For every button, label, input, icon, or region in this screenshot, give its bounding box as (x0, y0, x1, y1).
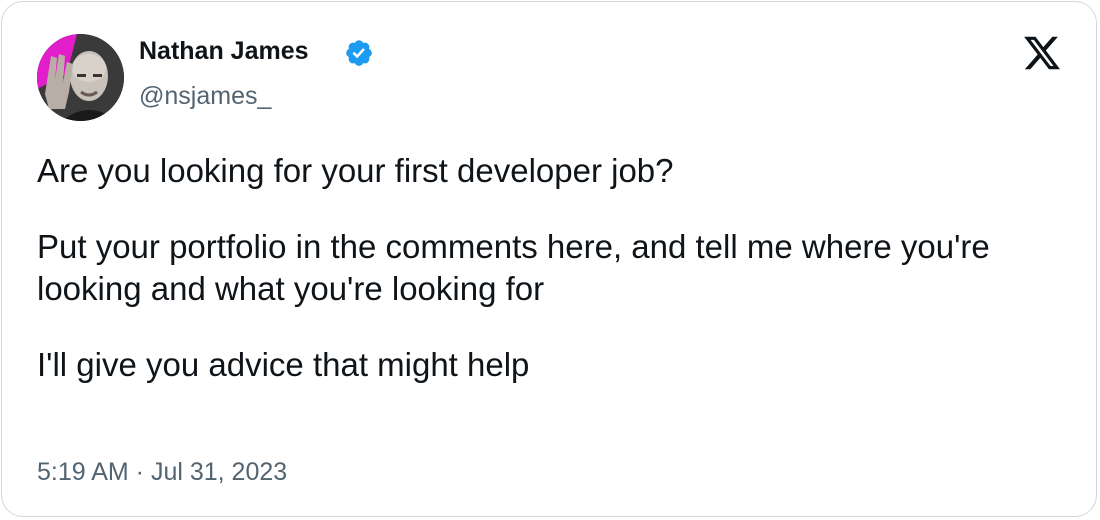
tweet-paragraph: I'll give you advice that might help (37, 346, 530, 383)
tweet-card: Nathan James @nsjames_ Are you looking f… (1, 1, 1097, 517)
x-logo-icon[interactable] (1020, 33, 1064, 73)
avatar-image (37, 34, 124, 121)
author-handle[interactable]: @nsjames_ (139, 82, 271, 111)
avatar[interactable] (37, 34, 124, 121)
tweet-paragraph: Are you looking for your first developer… (37, 152, 674, 189)
author-display-name[interactable]: Nathan James (139, 37, 309, 66)
tweet-text: Are you looking for your first developer… (37, 150, 1067, 386)
verified-badge-icon (346, 40, 372, 66)
tweet-timestamp[interactable]: 5:19 AM · Jul 31, 2023 (37, 458, 287, 487)
tweet-paragraph: Put your portfolio in the comments here,… (37, 228, 990, 307)
